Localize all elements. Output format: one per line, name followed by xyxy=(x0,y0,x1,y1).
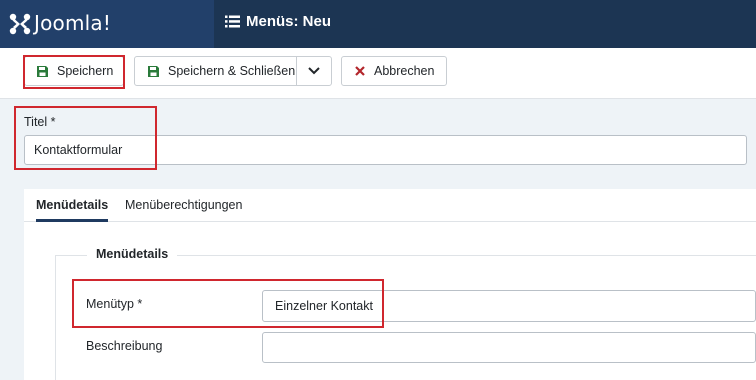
tab-bar: Menüdetails Menüberechtigungen xyxy=(24,189,756,222)
title-label: Titel * xyxy=(24,115,56,129)
tab-menu-permissions[interactable]: Menüberechtigungen xyxy=(125,198,242,221)
joomla-logo-icon xyxy=(9,13,31,35)
fieldset-border-left xyxy=(55,255,56,380)
cancel-button-label: Abbrechen xyxy=(374,64,435,78)
menutype-value: Einzelner Kontakt xyxy=(275,299,373,313)
top-header: Joomla! Menüs: Neu xyxy=(0,0,756,48)
save-options-dropdown[interactable] xyxy=(296,56,332,86)
list-icon xyxy=(225,15,240,28)
logo-area[interactable]: Joomla! xyxy=(0,0,214,48)
chevron-down-icon xyxy=(308,67,320,75)
title-input[interactable] xyxy=(24,135,747,165)
tab-menu-details[interactable]: Menüdetails xyxy=(36,198,109,222)
save-button-label: Speichern xyxy=(57,64,114,78)
save-and-close-button[interactable]: Speichern & Schließen xyxy=(134,56,297,86)
floppy-disk-icon xyxy=(37,65,48,77)
menutype-field[interactable]: Einzelner Kontakt xyxy=(262,290,756,322)
close-icon xyxy=(355,66,365,76)
menu-details-card: Menüdetails Menüberechtigungen Menüdetai… xyxy=(24,189,756,380)
description-label: Beschreibung xyxy=(86,339,163,353)
save-button[interactable]: Speichern xyxy=(24,56,124,86)
menutype-label: Menütyp * xyxy=(86,297,143,311)
page-title-text: Menüs: Neu xyxy=(246,13,332,30)
fieldset-legend: Menüdetails xyxy=(87,247,178,261)
cancel-button[interactable]: Abbrechen xyxy=(341,56,447,86)
brand-name: Joomla! xyxy=(34,11,112,35)
floppy-disk-icon xyxy=(148,65,159,77)
description-field[interactable] xyxy=(262,332,756,363)
page-title: Menüs: Neu xyxy=(225,13,331,30)
toolbar: Speichern Speichern & Schließen Abbreche… xyxy=(0,48,756,99)
save-and-close-label: Speichern & Schließen xyxy=(168,64,296,78)
